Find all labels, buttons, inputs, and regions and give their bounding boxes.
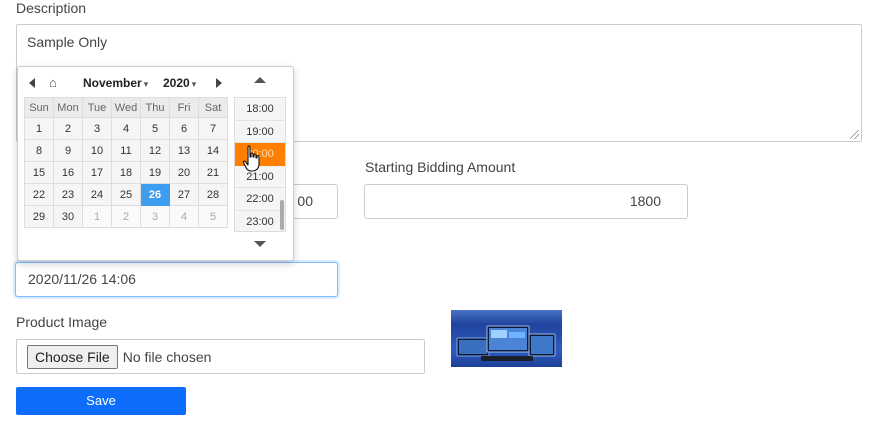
weekday-row: Sun Mon Tue Wed Thu Fri Sat <box>24 97 228 118</box>
day-cell[interactable]: 19 <box>140 161 170 184</box>
day-cell[interactable]: 8 <box>24 139 54 162</box>
day-cell-next-month[interactable]: 1 <box>82 205 112 228</box>
time-option[interactable]: 21:00 <box>235 165 285 188</box>
choose-file-button[interactable]: Choose File <box>27 344 118 369</box>
time-up-icon[interactable] <box>254 77 266 83</box>
starting-bid-input[interactable]: 1800 <box>364 184 688 219</box>
hidden-amount-value: 00 <box>297 193 313 209</box>
year-caret-icon: ▾ <box>191 79 197 89</box>
week-row: 29 30 1 2 3 4 5 <box>24 205 228 228</box>
day-cell[interactable]: 5 <box>140 117 170 140</box>
day-cell[interactable]: 28 <box>198 183 228 206</box>
calendar-grid: Sun Mon Tue Wed Thu Fri Sat 1 2 3 4 5 6 … <box>24 97 228 228</box>
weekday-label: Sun <box>24 97 54 118</box>
week-row: 8 9 10 11 12 13 14 <box>24 139 228 162</box>
day-cell[interactable]: 4 <box>111 117 141 140</box>
day-cell[interactable]: 24 <box>82 183 112 206</box>
week-row: 22 23 24 25 26 27 28 <box>24 183 228 206</box>
day-cell-next-month[interactable]: 4 <box>169 205 199 228</box>
weekday-label: Mon <box>53 97 83 118</box>
save-button[interactable]: Save <box>16 387 186 415</box>
day-cell[interactable]: 11 <box>111 139 141 162</box>
weekday-label: Sat <box>198 97 228 118</box>
time-option[interactable]: 19:00 <box>235 120 285 143</box>
day-cell-next-month[interactable]: 2 <box>111 205 141 228</box>
time-list[interactable]: 18:00 19:00 20:00 21:00 22:00 23:00 <box>234 97 286 232</box>
day-cell[interactable]: 2 <box>53 117 83 140</box>
day-cell[interactable]: 16 <box>53 161 83 184</box>
day-cell[interactable]: 3 <box>82 117 112 140</box>
datetime-picker: ⌂ November ▾ 2020 ▾ Sun Mon Tue Wed Thu Fr… <box>17 66 294 261</box>
day-cell[interactable]: 9 <box>53 139 83 162</box>
month-value: November <box>83 76 142 90</box>
starting-bid-label: Starting Bidding Amount <box>365 159 516 175</box>
no-file-text: No file chosen <box>122 348 212 365</box>
day-cell[interactable]: 14 <box>198 139 228 162</box>
day-cell-selected[interactable]: 26 <box>140 183 170 206</box>
product-image-label: Product Image <box>16 314 108 330</box>
weekday-label: Thu <box>140 97 170 118</box>
time-column: 18:00 19:00 20:00 21:00 22:00 23:00 <box>234 69 288 257</box>
day-cell[interactable]: 20 <box>169 161 199 184</box>
day-cell[interactable]: 30 <box>53 205 83 228</box>
resize-grip-icon[interactable] <box>850 130 859 139</box>
year-select[interactable]: 2020 ▾ <box>163 73 196 93</box>
time-down-icon[interactable] <box>254 241 266 247</box>
description-label: Description <box>16 0 87 16</box>
home-icon[interactable]: ⌂ <box>49 73 57 93</box>
weekday-label: Tue <box>82 97 112 118</box>
month-select[interactable]: November ▾ <box>83 73 148 93</box>
month-caret-icon: ▾ <box>143 79 149 89</box>
day-cell[interactable]: 7 <box>198 117 228 140</box>
prev-month-icon[interactable] <box>29 78 35 88</box>
day-cell-next-month[interactable]: 3 <box>140 205 170 228</box>
starting-bid-value: 1800 <box>629 193 661 209</box>
day-cell[interactable]: 1 <box>24 117 54 140</box>
year-value: 2020 <box>163 76 190 90</box>
day-cell[interactable]: 27 <box>169 183 199 206</box>
week-row: 15 16 17 18 19 20 21 <box>24 161 228 184</box>
time-option[interactable]: 23:00 <box>235 210 285 231</box>
datetime-value: 2020/11/26 14:06 <box>28 271 136 287</box>
week-row: 1 2 3 4 5 6 7 <box>24 117 228 140</box>
day-cell[interactable]: 29 <box>24 205 54 228</box>
day-cell[interactable]: 13 <box>169 139 199 162</box>
weekday-label: Wed <box>111 97 141 118</box>
day-cell[interactable]: 12 <box>140 139 170 162</box>
description-value: Sample Only <box>27 34 108 50</box>
day-cell[interactable]: 17 <box>82 161 112 184</box>
time-option[interactable]: 18:00 <box>235 98 285 121</box>
day-cell-next-month[interactable]: 5 <box>198 205 228 228</box>
day-cell[interactable]: 10 <box>82 139 112 162</box>
day-cell[interactable]: 25 <box>111 183 141 206</box>
next-month-icon[interactable] <box>216 78 222 88</box>
product-thumbnail <box>451 310 562 367</box>
day-cell[interactable]: 22 <box>24 183 54 206</box>
file-input[interactable]: Choose File No file chosen <box>16 339 425 374</box>
day-cell[interactable]: 21 <box>198 161 228 184</box>
day-cell[interactable]: 15 <box>24 161 54 184</box>
day-cell[interactable]: 23 <box>53 183 83 206</box>
time-option[interactable]: 22:00 <box>235 188 285 211</box>
datetime-input[interactable]: 2020/11/26 14:06 <box>15 262 338 297</box>
day-cell[interactable]: 18 <box>111 161 141 184</box>
time-option-active[interactable]: 20:00 <box>235 143 285 166</box>
calendar-nav: ⌂ November ▾ 2020 ▾ <box>24 73 229 93</box>
day-cell[interactable]: 6 <box>169 117 199 140</box>
time-scrollbar[interactable] <box>280 200 284 230</box>
weekday-label: Fri <box>169 97 199 118</box>
